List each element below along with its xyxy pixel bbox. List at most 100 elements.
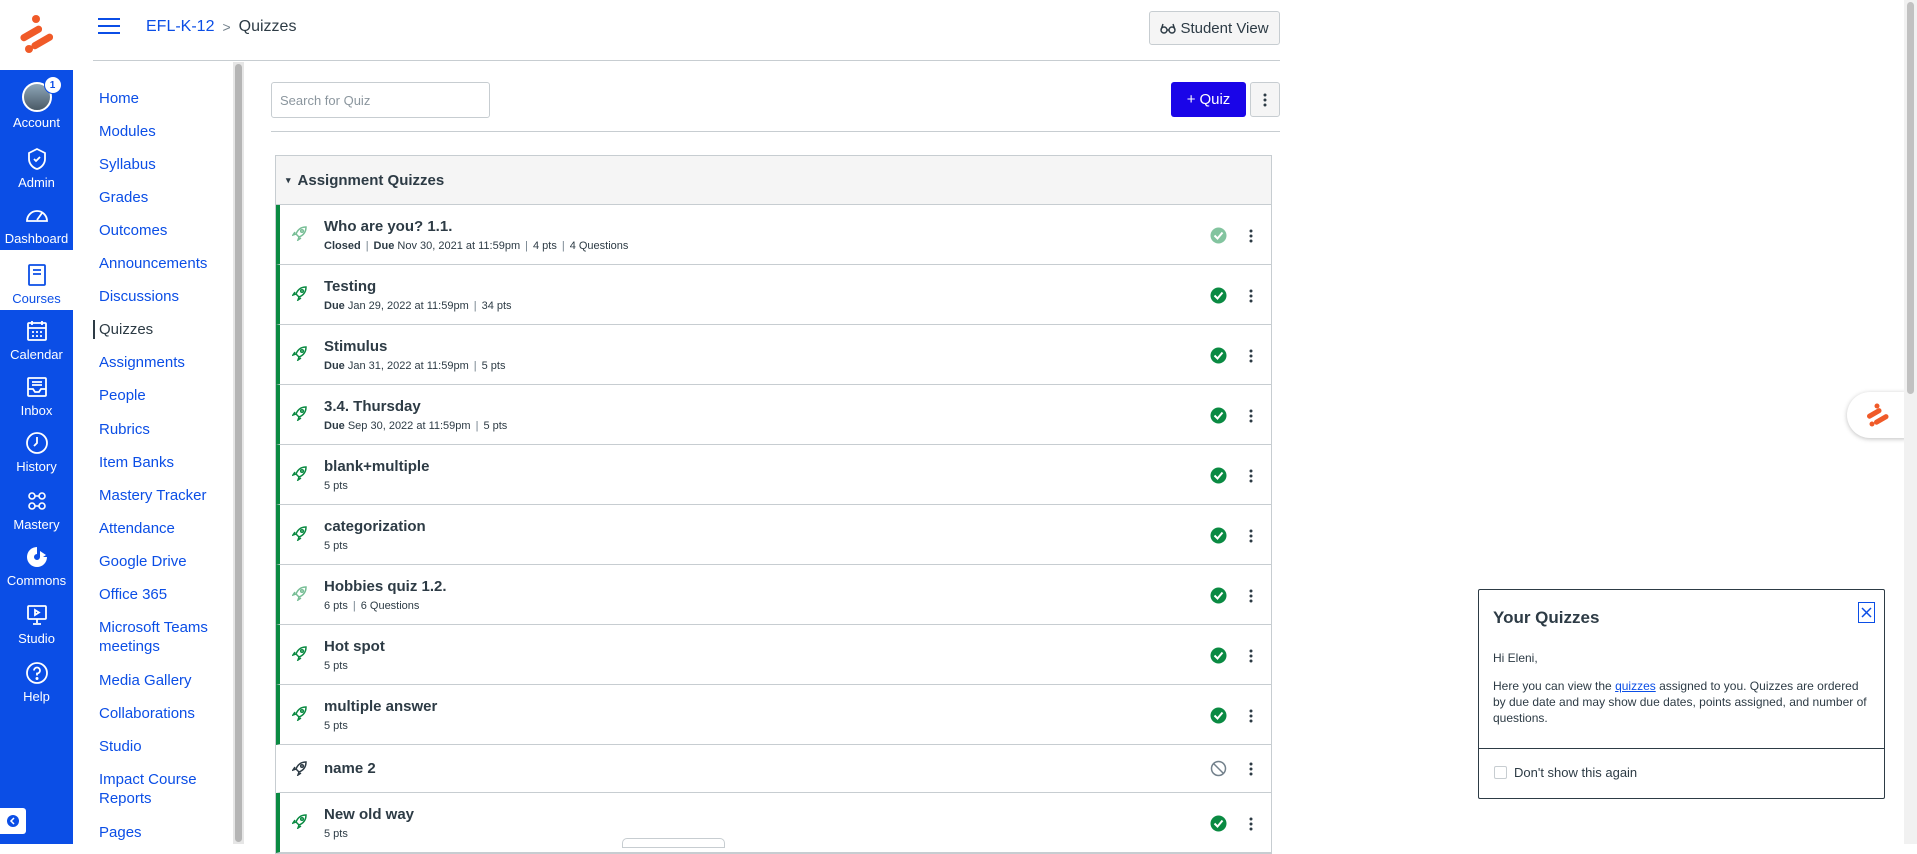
- quiz-row[interactable]: 3.4. Thursday Due Sep 30, 2022 at 11:59pm…: [276, 385, 1271, 445]
- kebab-icon[interactable]: [1243, 707, 1259, 725]
- nav-account[interactable]: 1 Account: [0, 70, 73, 134]
- nav-help[interactable]: Help: [0, 652, 73, 708]
- course-nav-mastery-tracker[interactable]: Mastery Tracker: [99, 486, 229, 505]
- published-icon[interactable]: [1210, 707, 1227, 724]
- course-nav-google-drive[interactable]: Google Drive: [99, 552, 229, 571]
- hamburger-menu-button[interactable]: [98, 18, 120, 36]
- nav-mastery[interactable]: Mastery: [0, 480, 73, 536]
- quiz-title-link[interactable]: Stimulus: [324, 338, 387, 355]
- kebab-icon[interactable]: [1243, 587, 1259, 605]
- nav-history[interactable]: History: [0, 422, 73, 478]
- quiz-row[interactable]: Who are you? 1.1. Closed | Due Nov 30, 2021…: [276, 205, 1271, 265]
- quiz-row[interactable]: New old way 5 pts: [276, 793, 1271, 853]
- collapse-nav-button[interactable]: [0, 808, 26, 834]
- add-quiz-button[interactable]: + Quiz: [1171, 82, 1246, 117]
- checkbox-icon[interactable]: [1494, 766, 1507, 779]
- nav-courses[interactable]: Courses: [0, 250, 73, 310]
- quiz-question-count: 6 Questions: [360, 600, 420, 612]
- quiz-row[interactable]: categorization 5 pts: [276, 505, 1271, 565]
- quiz-row[interactable]: Stimulus Due Jan 31, 2022 at 11:59pm | 5 pt…: [276, 325, 1271, 385]
- nav-studio[interactable]: Studio: [0, 594, 73, 650]
- quiz-row[interactable]: Hot spot 5 pts: [276, 625, 1271, 685]
- quiz-row[interactable]: name 2: [276, 745, 1271, 793]
- quiz-title-link[interactable]: New old way: [324, 806, 414, 823]
- close-button[interactable]: [1858, 602, 1875, 623]
- quiz-title-link[interactable]: Hot spot: [324, 638, 385, 655]
- quiz-title-link[interactable]: name 2: [324, 760, 376, 777]
- course-nav-studio[interactable]: Studio: [99, 737, 229, 756]
- quiz-title-link[interactable]: Testing: [324, 278, 376, 295]
- dont-show-again-checkbox[interactable]: Don't show this again: [1494, 765, 1637, 780]
- nav-inbox[interactable]: Inbox: [0, 366, 73, 422]
- course-nav-impact-reports[interactable]: Impact Course Reports: [99, 770, 229, 808]
- kebab-icon[interactable]: [1243, 287, 1259, 305]
- quiz-group-header[interactable]: ▾ Assignment Quizzes: [276, 156, 1271, 205]
- published-icon[interactable]: [1210, 527, 1227, 544]
- page-scrollbar[interactable]: [1904, 0, 1917, 844]
- course-nav-media-gallery[interactable]: Media Gallery: [99, 671, 229, 690]
- kebab-icon[interactable]: [1243, 760, 1259, 778]
- kebab-icon[interactable]: [1243, 407, 1259, 425]
- course-nav-people[interactable]: People: [99, 386, 229, 405]
- quiz-row[interactable]: blank+multiple 5 pts: [276, 445, 1271, 505]
- course-nav-teams-meetings[interactable]: Microsoft Teams meetings: [99, 618, 229, 656]
- kebab-icon[interactable]: [1243, 815, 1259, 833]
- course-nav-collaborations[interactable]: Collaborations: [99, 704, 229, 723]
- published-icon[interactable]: [1210, 815, 1227, 832]
- course-nav-home[interactable]: Home: [99, 89, 229, 108]
- quiz-options-button[interactable]: [1250, 82, 1280, 117]
- course-nav-assignments[interactable]: Assignments: [99, 353, 229, 372]
- course-nav-scrollbar[interactable]: [233, 62, 244, 844]
- course-nav-item-banks[interactable]: Item Banks: [99, 453, 229, 472]
- course-nav-discussions[interactable]: Discussions: [99, 287, 229, 306]
- quiz-row[interactable]: Testing Due Jan 29, 2022 at 11:59pm | 34 pt…: [276, 265, 1271, 325]
- canvas-logo[interactable]: [0, 0, 73, 70]
- student-view-button[interactable]: Student View: [1149, 11, 1280, 45]
- kebab-icon[interactable]: [1243, 467, 1259, 485]
- course-nav-outcomes[interactable]: Outcomes: [99, 221, 229, 240]
- nav-dashboard[interactable]: Dashboard: [0, 194, 73, 250]
- quiz-title-link[interactable]: blank+multiple: [324, 458, 429, 475]
- nav-calendar[interactable]: Calendar: [0, 310, 73, 366]
- kebab-icon[interactable]: [1243, 347, 1259, 365]
- course-nav-attendance[interactable]: Attendance: [99, 519, 229, 538]
- course-nav-grades[interactable]: Grades: [99, 188, 229, 207]
- nav-commons[interactable]: Commons: [0, 536, 73, 592]
- canvas-helper-button[interactable]: [1847, 392, 1907, 438]
- published-icon[interactable]: [1210, 647, 1227, 664]
- quiz-points: 5 pts: [481, 360, 506, 372]
- quiz-title-link[interactable]: multiple answer: [324, 698, 437, 715]
- published-icon[interactable]: [1210, 347, 1227, 364]
- quizzes-link[interactable]: quizzes: [1615, 679, 1656, 693]
- course-nav-syllabus[interactable]: Syllabus: [99, 155, 229, 174]
- course-nav-announcements[interactable]: Announcements: [99, 254, 229, 273]
- kebab-icon[interactable]: [1243, 527, 1259, 545]
- bottom-tab[interactable]: [622, 838, 725, 848]
- quiz-title-link[interactable]: 3.4. Thursday: [324, 398, 421, 415]
- kebab-icon[interactable]: [1243, 647, 1259, 665]
- quiz-row[interactable]: Hobbies quiz 1.2. 6 pts | 6 Questions: [276, 565, 1271, 625]
- published-icon[interactable]: [1210, 407, 1227, 424]
- published-icon[interactable]: [1210, 287, 1227, 304]
- published-icon[interactable]: [1210, 467, 1227, 484]
- quiz-meta: Due Sep 30, 2022 at 11:59pm | 5 pts: [324, 420, 507, 432]
- course-nav-quizzes[interactable]: Quizzes: [93, 320, 223, 339]
- book-icon: [24, 262, 50, 288]
- nav-admin[interactable]: Admin: [0, 138, 73, 194]
- unpublished-icon[interactable]: [1210, 760, 1227, 777]
- published-icon[interactable]: [1210, 587, 1227, 604]
- quiz-title-link[interactable]: Who are you? 1.1.: [324, 218, 452, 235]
- published-icon[interactable]: [1210, 227, 1227, 244]
- search-input[interactable]: [271, 82, 490, 118]
- quiz-title-link[interactable]: Hobbies quiz 1.2.: [324, 578, 447, 595]
- breadcrumb-course-link[interactable]: EFL-K-12: [146, 18, 214, 36]
- quiz-title-link[interactable]: categorization: [324, 518, 426, 535]
- course-nav-modules[interactable]: Modules: [99, 122, 229, 141]
- quiz-row[interactable]: multiple answer 5 pts: [276, 685, 1271, 745]
- course-nav-rubrics[interactable]: Rubrics: [99, 420, 229, 439]
- course-nav-pages[interactable]: Pages: [99, 823, 229, 842]
- kebab-icon[interactable]: [1243, 227, 1259, 245]
- course-nav-office-365[interactable]: Office 365: [99, 585, 229, 604]
- close-icon: [1861, 607, 1872, 618]
- breadcrumb-current: Quizzes: [238, 18, 297, 35]
